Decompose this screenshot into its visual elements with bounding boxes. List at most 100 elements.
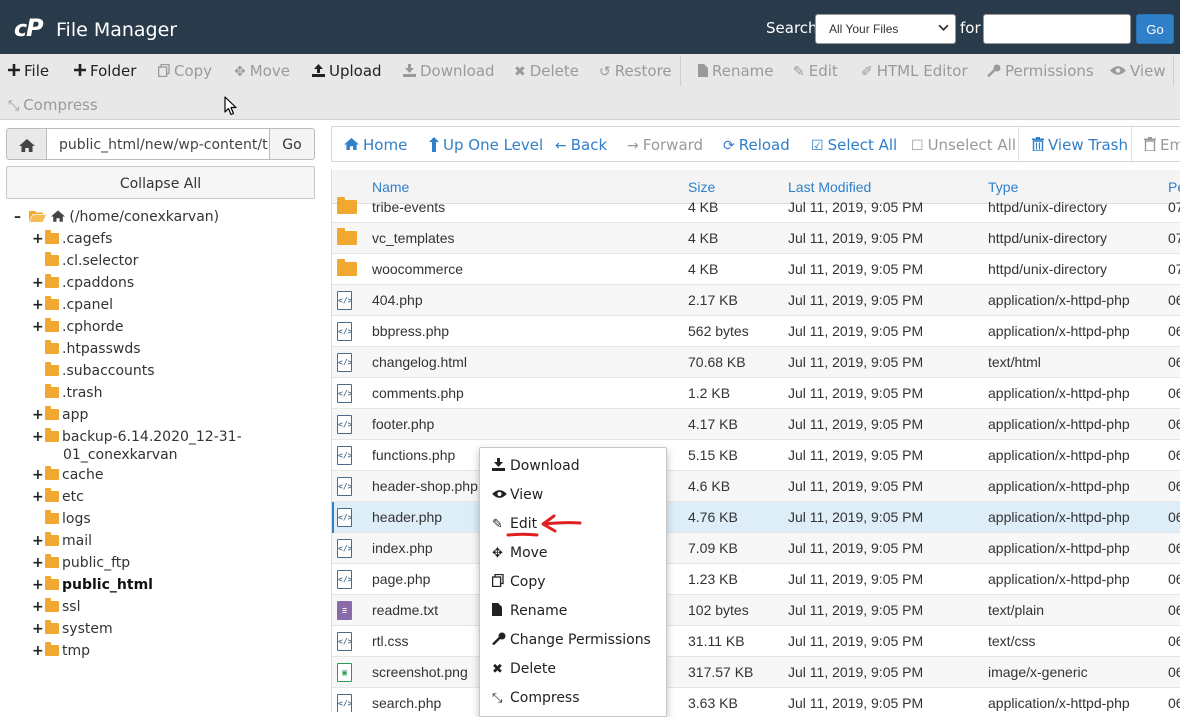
table-row[interactable]: </> header.php 4.76 KB Jul 11, 2019, 9:05 P…	[332, 502, 1180, 533]
empty-trash-button[interactable]: Em	[1144, 136, 1180, 154]
new-file-button[interactable]: File	[8, 62, 49, 80]
table-row[interactable]: </> index.php 7.09 KB Jul 11, 2019, 9:05 PM…	[332, 533, 1180, 564]
tree-item-trash[interactable]: .trash	[32, 384, 102, 407]
table-row[interactable]: </> header-shop.php 4.6 KB Jul 11, 2019, 9:…	[332, 471, 1180, 502]
tree-item-public-ftp[interactable]: + public_ftp	[32, 554, 130, 577]
table-row[interactable]: ▣ screenshot.png 317.57 KB Jul 11, 2019, 9:…	[332, 657, 1180, 688]
select-all-button[interactable]: ☑ Select All	[811, 136, 897, 154]
expand-icon[interactable]: +	[32, 231, 44, 247]
expand-icon[interactable]: +	[32, 555, 44, 571]
tree-item-htpasswds[interactable]: .htpasswds	[32, 340, 141, 363]
unselect-all-button[interactable]: ☐ Unselect All	[911, 136, 1016, 154]
checkbox-checked-icon: ☑	[811, 137, 824, 154]
expand-icon[interactable]: +	[32, 599, 44, 615]
expand-icon[interactable]: +	[32, 533, 44, 549]
table-row[interactable]: woocommerce 4 KB Jul 11, 2019, 9:05 PM http…	[332, 254, 1180, 285]
file-type: application/x-httpd-php	[988, 509, 1130, 525]
table-row[interactable]: </> search.php 3.63 KB Jul 11, 2019, 9:05 P…	[332, 688, 1180, 712]
table-row[interactable]: </> rtl.css 31.11 KB Jul 11, 2019, 9:05 PM t…	[332, 626, 1180, 657]
rename-button[interactable]: Rename	[698, 62, 774, 80]
context-menu-delete[interactable]: ✖ Delete	[492, 661, 556, 677]
compress-button[interactable]: ⤡ Compress	[8, 96, 98, 114]
tree-item-public-html[interactable]: + public_html	[32, 576, 153, 599]
tree-item-cpanel[interactable]: + .cpanel	[32, 296, 113, 319]
path-input[interactable]: public_html/new/wp-content/tl	[46, 128, 270, 160]
undo-icon: ↺	[599, 63, 611, 80]
collapse-all-button[interactable]: Collapse All	[6, 166, 315, 199]
expand-icon[interactable]: +	[32, 467, 44, 483]
tree-item-tmp[interactable]: + tmp	[32, 642, 90, 665]
tree-item-system[interactable]: + system	[32, 620, 113, 643]
expand-icon[interactable]: +	[32, 319, 44, 335]
delete-button[interactable]: ✖ Delete	[514, 62, 579, 80]
file-permissions: 06	[1168, 447, 1180, 463]
expand-icon[interactable]: +	[32, 407, 44, 423]
expand-icon[interactable]: +	[32, 429, 44, 445]
tree-item-backup[interactable]: + backup-6.14.2020_12-31- 01_conexkarvan	[32, 428, 242, 469]
trash-icon	[1032, 137, 1044, 154]
path-home-button[interactable]	[6, 128, 47, 160]
up-one-level-button[interactable]: Up One Level	[429, 136, 543, 155]
context-menu: Download View ✎ Edit ✥ Move Copy Rename Ch…	[479, 447, 667, 717]
tree-item-cphorde[interactable]: + .cphorde	[32, 318, 123, 341]
view-button[interactable]: View	[1110, 62, 1166, 80]
context-menu-copy[interactable]: Copy	[491, 573, 546, 590]
search-go-button[interactable]: Go	[1136, 14, 1174, 44]
expand-icon[interactable]: +	[32, 275, 44, 291]
table-row[interactable]: </> 404.php 2.17 KB Jul 11, 2019, 9:05 PM ap…	[332, 285, 1180, 316]
search-input[interactable]	[983, 14, 1131, 44]
search-scope-select[interactable]: All Your Files	[815, 14, 956, 44]
download-button[interactable]: Download	[403, 62, 495, 80]
expand-icon[interactable]: +	[32, 577, 44, 593]
table-row[interactable]: tribe-events 4 KB Jul 11, 2019, 9:05 PM htt…	[332, 192, 1180, 223]
expand-icon[interactable]: +	[32, 489, 44, 505]
tree-item-subaccounts[interactable]: .subaccounts	[32, 362, 155, 385]
context-menu-move[interactable]: ✥ Move	[492, 545, 548, 561]
table-row[interactable]: ≡ readme.txt 102 bytes Jul 11, 2019, 9:05 P…	[332, 595, 1180, 626]
table-row[interactable]: </> functions.php 5.15 KB Jul 11, 2019, 9:0…	[332, 440, 1180, 471]
folder-icon	[45, 428, 59, 442]
restore-button[interactable]: ↺ Restore	[599, 62, 672, 80]
tree-root[interactable]: – (/home/conexkarvan)	[14, 209, 219, 231]
table-row[interactable]: vc_templates 4 KB Jul 11, 2019, 9:05 PM htt…	[332, 223, 1180, 254]
file-type: application/x-httpd-php	[988, 571, 1130, 587]
expand-icon[interactable]: +	[32, 643, 44, 659]
table-row[interactable]: </> comments.php 1.2 KB Jul 11, 2019, 9:05 …	[332, 378, 1180, 409]
context-menu-compress[interactable]: ⤡ Compress	[492, 690, 580, 706]
forward-button[interactable]: → Forward	[627, 136, 703, 154]
file-name: header.php	[372, 509, 443, 525]
new-folder-button[interactable]: Folder	[74, 62, 136, 80]
tree-item-cagefs[interactable]: + .cagefs	[32, 230, 112, 253]
back-button[interactable]: ← Back	[555, 136, 607, 154]
tree-item-cache[interactable]: + cache	[32, 466, 103, 489]
tree-item-cpaddons[interactable]: + .cpaddons	[32, 274, 134, 297]
tree-item-mail[interactable]: + mail	[32, 532, 92, 555]
tree-item-logs[interactable]: logs	[32, 510, 91, 533]
nav-home-button[interactable]: Home	[344, 136, 407, 154]
upload-button[interactable]: Upload	[312, 62, 382, 80]
view-trash-button[interactable]: View Trash	[1032, 136, 1128, 154]
html-editor-button[interactable]: ✐ HTML Editor	[861, 62, 968, 80]
copy-button[interactable]: Copy	[157, 62, 212, 80]
context-menu-view[interactable]: View	[492, 487, 543, 503]
collapse-icon[interactable]: –	[14, 209, 25, 225]
permissions-button[interactable]: Permissions	[987, 62, 1094, 80]
context-menu-rename[interactable]: Rename	[492, 603, 567, 619]
tree-item-app[interactable]: + app	[32, 406, 88, 429]
reload-button[interactable]: ⟳ Reload	[723, 136, 790, 154]
table-row[interactable]: </> footer.php 4.17 KB Jul 11, 2019, 9:05 P…	[332, 409, 1180, 440]
cpanel-logo[interactable]: cP	[14, 14, 44, 42]
table-row[interactable]: </> changelog.html 70.68 KB Jul 11, 2019, 9…	[332, 347, 1180, 378]
table-row[interactable]: </> page.php 1.23 KB Jul 11, 2019, 9:05 PM a…	[332, 564, 1180, 595]
table-row[interactable]: </> bbpress.php 562 bytes Jul 11, 2019, 9:0…	[332, 316, 1180, 347]
context-menu-download[interactable]: Download	[492, 458, 580, 474]
expand-icon[interactable]: +	[32, 621, 44, 637]
tree-item-cl-selector[interactable]: .cl.selector	[32, 252, 138, 275]
move-button[interactable]: ✥ Move	[234, 62, 290, 80]
path-go-button[interactable]: Go	[269, 128, 315, 160]
tree-item-ssl[interactable]: + ssl	[32, 598, 80, 621]
edit-button[interactable]: ✎ Edit	[793, 62, 838, 80]
tree-item-etc[interactable]: + etc	[32, 488, 84, 511]
context-menu-change-permissions[interactable]: Change Permissions	[492, 632, 651, 648]
expand-icon[interactable]: +	[32, 297, 44, 313]
